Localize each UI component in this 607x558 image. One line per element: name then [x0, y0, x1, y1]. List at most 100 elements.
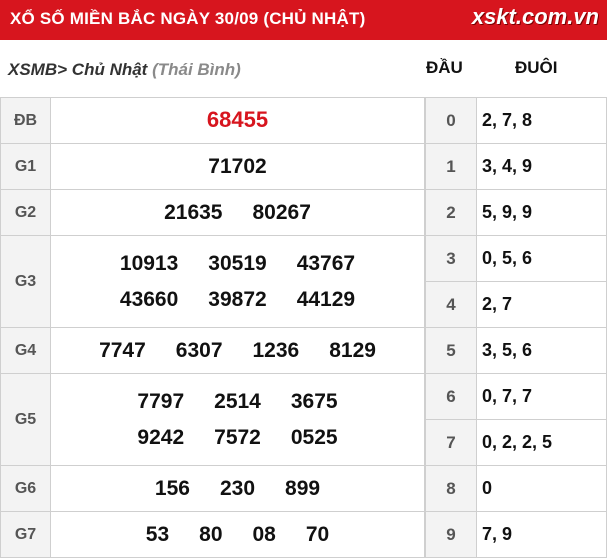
prize-line: 10913 30519 43767 — [51, 246, 424, 282]
prize-line: 53 80 08 70 — [51, 517, 424, 553]
loto-row: 5 3, 5, 6 — [425, 327, 607, 374]
prize-numbers: 10913 30519 43767 43660 39872 44129 — [50, 235, 425, 328]
breadcrumb-day-link[interactable]: Chủ Nhật — [72, 60, 148, 79]
loto-row: 4 2, 7 — [425, 281, 607, 328]
prize-number: 80 — [199, 522, 223, 546]
prize-numbers: 53 80 08 70 — [50, 511, 425, 558]
prize-number: 9242 — [137, 425, 185, 449]
prize-number: 43660 — [119, 287, 179, 311]
prize-number: 7572 — [214, 425, 261, 449]
dau-digit: 6 — [425, 373, 477, 420]
dau-digit: 0 — [425, 97, 477, 144]
result-row: G2 21635 80267 — [0, 189, 425, 236]
result-row: G6 156 230 899 — [0, 465, 425, 512]
prize-line: 68455 — [51, 102, 424, 139]
prize-number: 6307 — [175, 338, 223, 362]
result-row: G5 7797 2514 3675 9242 7572 0525 — [0, 373, 425, 466]
dau-digit: 8 — [425, 465, 477, 512]
breadcrumb-code-link[interactable]: XSMB — [8, 60, 57, 79]
prize-line: 156 230 899 — [51, 471, 424, 507]
prize-numbers: 21635 80267 — [50, 189, 425, 236]
breadcrumb-separator: > — [57, 60, 68, 79]
prize-line: 9242 7572 0525 — [51, 420, 424, 456]
prize-numbers: 156 230 899 — [50, 465, 425, 512]
prize-number: 44129 — [296, 287, 356, 311]
prize-label: G7 — [0, 511, 51, 558]
duoi-digits: 0, 7, 7 — [476, 373, 607, 420]
prize-number: 7747 — [99, 338, 146, 362]
dau-column-header: ĐẦU — [426, 58, 463, 77]
subheader: XSMB> Chủ Nhật (Thái Bình) ĐẦU ĐUÔI — [0, 40, 607, 97]
prize-line: 7747 6307 1236 8129 — [51, 333, 424, 369]
prize-label: ĐB — [0, 97, 51, 144]
result-row: G7 53 80 08 70 — [0, 511, 425, 558]
dau-digit: 9 — [425, 511, 477, 558]
duoi-digits: 2, 7, 8 — [476, 97, 607, 144]
prize-line: 43660 39872 44129 — [51, 282, 424, 318]
prize-line: 21635 80267 — [51, 195, 424, 231]
duoi-digits: 0, 2, 2, 5 — [476, 419, 607, 466]
dau-digit: 4 — [425, 281, 477, 328]
dau-digit: 3 — [425, 235, 477, 282]
prize-number: 30519 — [208, 251, 267, 275]
prize-label: G6 — [0, 465, 51, 512]
prize-number: 156 — [154, 476, 190, 500]
loto-table: 0 2, 7, 8 1 3, 4, 9 2 5, 9, 9 3 0, 5, 6 4 2, 7 5 3,… — [425, 97, 607, 558]
prize-label: G5 — [0, 373, 51, 466]
prize-number: 7797 — [137, 389, 185, 413]
dau-digit: 5 — [425, 327, 477, 374]
prize-number: 71702 — [208, 154, 267, 178]
page-header: XỔ SỐ MIỀN BẮC NGÀY 30/09 (CHỦ NHẬT) xsk… — [0, 0, 607, 40]
prize-number: 0525 — [290, 425, 338, 449]
breadcrumb-province: (Thái Bình) — [152, 60, 241, 79]
prize-number: 230 — [219, 476, 256, 500]
loto-row: 80 — [425, 465, 607, 512]
duoi-column-header: ĐUÔI — [515, 58, 558, 77]
site-logo[interactable]: xskt.com.vn — [472, 4, 599, 30]
prize-number: 899 — [285, 476, 321, 500]
result-row: G4 7747 6307 1236 8129 — [0, 327, 425, 374]
breadcrumb: XSMB> Chủ Nhật (Thái Bình) — [8, 60, 241, 80]
dau-digit: 1 — [425, 143, 477, 190]
duoi-digits: 3, 5, 6 — [476, 327, 607, 374]
prize-number: 3675 — [290, 389, 338, 413]
duoi-digits: 7, 9 — [476, 511, 607, 558]
special-prize-number: 68455 — [206, 107, 269, 132]
loto-row: 1 3, 4, 9 — [425, 143, 607, 190]
prize-numbers: 7747 6307 1236 8129 — [50, 327, 425, 374]
prize-label: G4 — [0, 327, 51, 374]
prize-number: 80267 — [252, 200, 311, 224]
prize-line: 7797 2514 3675 — [51, 384, 424, 420]
duoi-digits: 0 — [476, 465, 607, 512]
prize-numbers: 7797 2514 3675 9242 7572 0525 — [50, 373, 425, 466]
duoi-digits: 5, 9, 9 — [476, 189, 607, 236]
loto-row: 9 7, 9 — [425, 511, 607, 558]
loto-row: 0 2, 7, 8 — [425, 97, 607, 144]
prize-number: 21635 — [164, 200, 223, 224]
prize-number: 8129 — [329, 338, 376, 362]
loto-row: 3 0, 5, 6 — [425, 235, 607, 282]
prize-number: 53 — [145, 522, 170, 546]
prize-number: 10913 — [119, 251, 179, 275]
loto-row: 7 0, 2, 2, 5 — [425, 419, 607, 466]
prize-numbers: 71702 — [50, 143, 425, 190]
duoi-digits: 2, 7 — [476, 281, 607, 328]
result-row: G3 10913 30519 43767 43660 39872 44129 — [0, 235, 425, 328]
prize-number: 1236 — [252, 338, 300, 362]
loto-row: 6 0, 7, 7 — [425, 373, 607, 420]
loto-row: 2 5, 9, 9 — [425, 189, 607, 236]
prize-number: 70 — [305, 522, 330, 546]
prize-number: 08 — [252, 522, 276, 546]
dau-digit: 2 — [425, 189, 477, 236]
duoi-digits: 0, 5, 6 — [476, 235, 607, 282]
prize-line: 71702 — [51, 149, 424, 185]
duoi-digits: 3, 4, 9 — [476, 143, 607, 190]
results-table: ĐB 68455 G1 71702 G2 21635 80267 G3 10913 30519 43… — [0, 97, 425, 558]
prize-label: G2 — [0, 189, 51, 236]
prize-number: 2514 — [214, 389, 261, 413]
result-row: ĐB 68455 — [0, 97, 425, 144]
prize-label: G3 — [0, 235, 51, 328]
dau-digit: 7 — [425, 419, 477, 466]
prize-label: G1 — [0, 143, 51, 190]
page-title: XỔ SỐ MIỀN BẮC NGÀY 30/09 (CHỦ NHẬT) — [10, 9, 366, 28]
